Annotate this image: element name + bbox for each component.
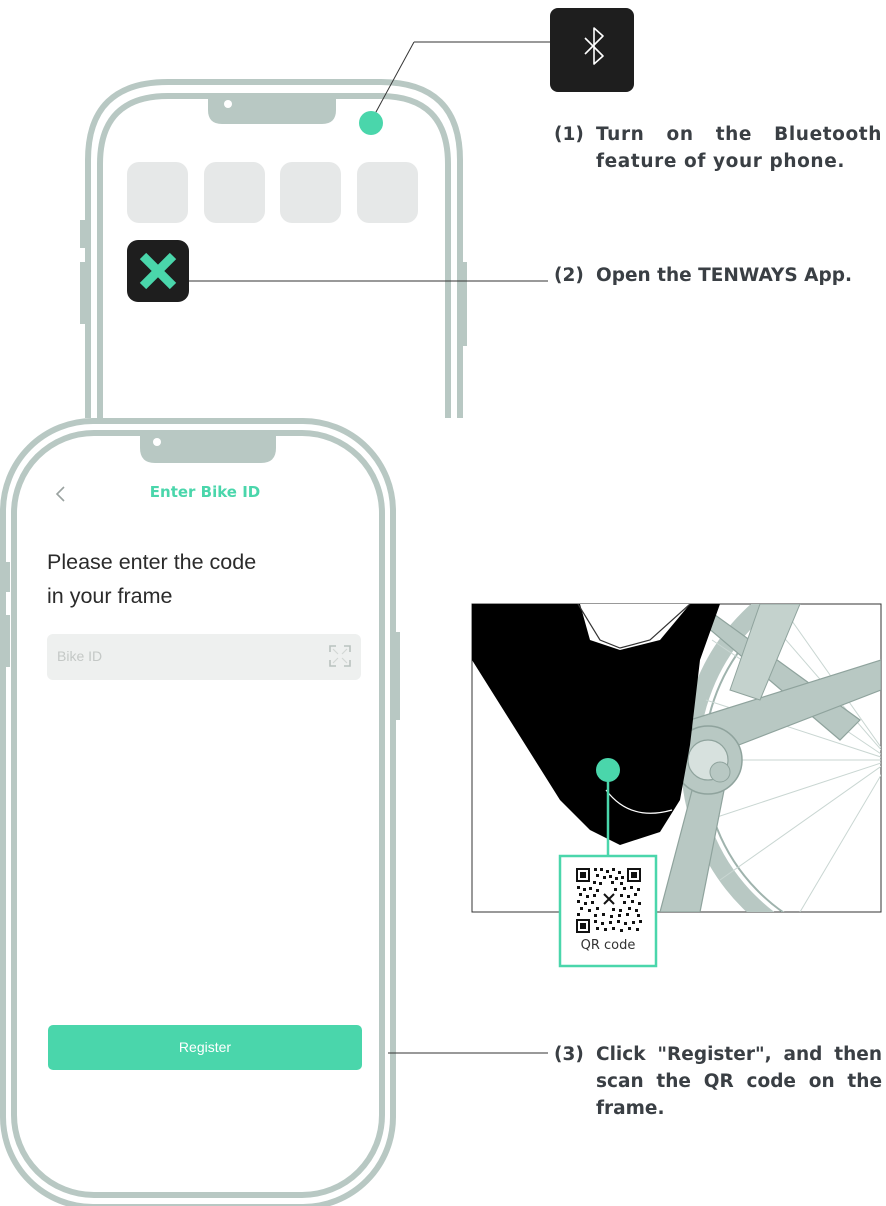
bluetooth-icon xyxy=(550,8,634,92)
register-button[interactable]: Register xyxy=(48,1025,362,1070)
step-3-text: Click "Register", and then scan the QR c… xyxy=(596,1044,882,1119)
back-chevron-icon[interactable] xyxy=(52,482,72,506)
scan-icon[interactable] xyxy=(328,644,352,668)
step-2-number: (2) xyxy=(554,265,584,286)
screen-title: Enter Bike ID xyxy=(149,483,261,501)
prompt-line-1: Please enter the code xyxy=(47,550,257,574)
bike-frame-illustration xyxy=(471,603,882,913)
bike-id-input[interactable]: Bike ID xyxy=(47,634,361,680)
step-1-number: (1) xyxy=(554,124,584,145)
step-3-number: (3) xyxy=(554,1044,584,1065)
bottom-phone xyxy=(0,418,400,1206)
step-2-text: Open the TENWAYS App. xyxy=(596,265,852,286)
prompt-text: Please enter the code in your frame xyxy=(47,545,347,613)
app-tiles xyxy=(127,162,418,223)
tenways-app-icon[interactable] xyxy=(127,240,189,302)
qr-code-caption: QR code xyxy=(580,938,636,953)
step-1-text: Turn on the Bluetooth feature of your ph… xyxy=(596,124,882,172)
prompt-line-2: in your frame xyxy=(47,584,173,608)
bike-id-placeholder: Bike ID xyxy=(57,648,103,664)
